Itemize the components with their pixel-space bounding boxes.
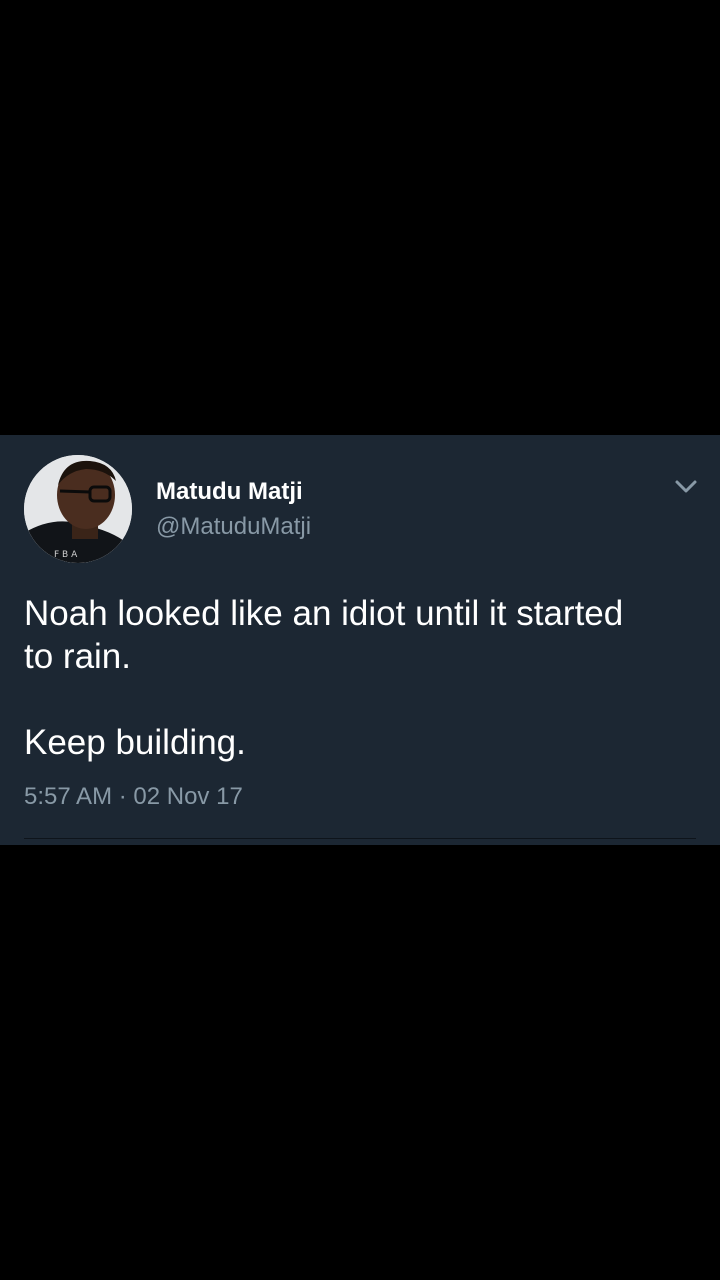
chevron-down-icon[interactable] [672, 475, 700, 497]
author-handle[interactable]: @MatuduMatji [156, 513, 311, 541]
avatar[interactable]: F B A [24, 455, 132, 563]
tweet-card[interactable]: F B A Matudu Matji @MatuduMatji Noah loo… [0, 435, 720, 845]
divider [24, 838, 696, 839]
svg-text:F B A: F B A [54, 550, 78, 560]
avatar-image: F B A [24, 455, 132, 563]
tweet-text: Noah looked like an idiot until it start… [24, 594, 624, 762]
author-name[interactable]: Matudu Matji [156, 478, 303, 506]
tweet-timestamp: 5:57 AM · 02 Nov 17 [24, 783, 243, 810]
